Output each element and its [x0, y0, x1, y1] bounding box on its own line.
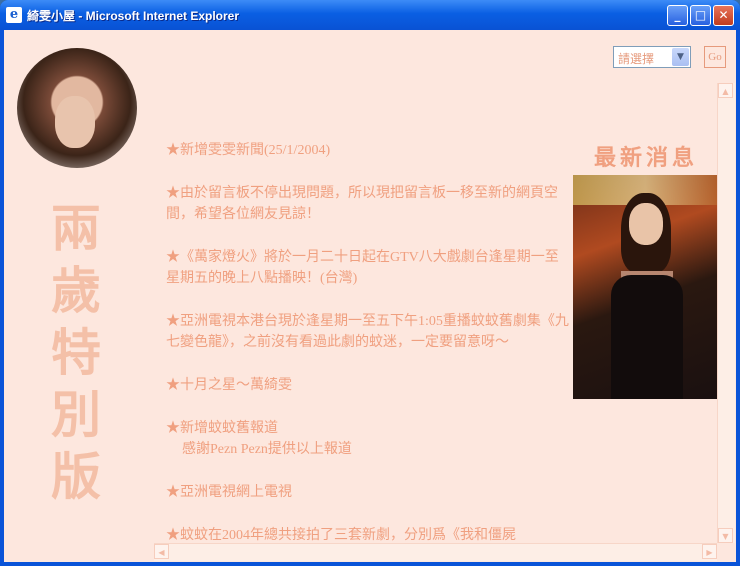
ie-icon: e	[6, 7, 22, 23]
news-text[interactable]: ★新增雯雯新聞(25/1/2004)	[166, 140, 572, 161]
news-text[interactable]: ★亞洲電視本港台現於逢星期一至五下午1:05重播蚊蚊舊劇集《九七變色龍》，之前沒…	[166, 311, 572, 353]
vertical-title-char: 版	[51, 447, 101, 506]
go-button[interactable]: Go	[704, 46, 726, 68]
page-content: 兩 歲 特 別 版 請選擇 ▼ Go 最新消息 ★新增雯雯新聞(25/1/200…	[4, 30, 736, 562]
horizontal-scrollbar[interactable]: ◀ ▶	[154, 543, 717, 561]
news-item[interactable]: ★新增雯雯新聞(25/1/2004)	[166, 140, 572, 161]
photo-dress	[611, 275, 683, 399]
featured-photo	[573, 175, 718, 399]
vertical-title-char: 兩	[51, 199, 101, 258]
avatar	[17, 48, 137, 168]
news-text[interactable]: ★新增蚊蚊舊報道	[166, 418, 572, 439]
scroll-down-icon[interactable]: ▼	[718, 528, 733, 543]
news-item[interactable]: ★《萬家燈火》將於一月二十日起在GTV八大戲劇台逢星期一至星期五的晚上八點播映！…	[166, 247, 572, 289]
scroll-right-icon[interactable]: ▶	[702, 544, 717, 559]
news-text[interactable]: ★《萬家燈火》將於一月二十日起在GTV八大戲劇台逢星期一至星期五的晚上八點播映！…	[166, 247, 572, 289]
minimize-button[interactable]: _	[667, 5, 688, 26]
vertical-scrollbar[interactable]: ▲ ▼	[717, 83, 735, 543]
scroll-left-icon[interactable]: ◀	[154, 544, 169, 559]
vertical-title: 兩 歲 特 別 版	[46, 198, 106, 508]
browser-window: e 綺雯小屋 - Microsoft Internet Explorer _ □…	[0, 0, 740, 566]
select-value: 請選擇	[618, 52, 655, 66]
news-item[interactable]: ★亞洲電視網上電視	[166, 482, 572, 503]
news-text[interactable]: ★亞洲電視網上電視	[166, 482, 572, 503]
chevron-down-icon[interactable]: ▼	[672, 48, 689, 66]
title-bar[interactable]: e 綺雯小屋 - Microsoft Internet Explorer _ □…	[0, 0, 740, 30]
window-title: 綺雯小屋 - Microsoft Internet Explorer	[27, 9, 240, 23]
vertical-title-char: 別	[51, 385, 101, 444]
close-button[interactable]: ✕	[713, 5, 734, 26]
page-select[interactable]: 請選擇 ▼	[613, 46, 691, 68]
vertical-title-char: 歲	[51, 261, 101, 320]
news-item[interactable]: ★由於留言板不停出現問題，所以現把留言板一移至新的網頁空間，希望各位網友見諒！	[166, 183, 572, 225]
news-list: ★新增雯雯新聞(25/1/2004) ★由於留言板不停出現問題，所以現把留言板一…	[166, 140, 572, 562]
latest-news-heading: 最新消息	[594, 145, 699, 171]
news-text[interactable]: ★十月之星～萬綺雯	[166, 375, 572, 396]
maximize-button[interactable]: □	[690, 5, 711, 26]
news-credit: 感謝Pezn Pezn提供以上報道	[182, 442, 352, 457]
vertical-title-char: 特	[51, 323, 101, 382]
photo-face	[629, 203, 663, 245]
news-item[interactable]: ★亞洲電視本港台現於逢星期一至五下午1:05重播蚊蚊舊劇集《九七變色龍》，之前沒…	[166, 311, 572, 353]
news-item[interactable]: ★十月之星～萬綺雯	[166, 375, 572, 396]
news-item[interactable]: ★新增蚊蚊舊報道 感謝Pezn Pezn提供以上報道	[166, 418, 572, 460]
scroll-up-icon[interactable]: ▲	[718, 83, 733, 98]
news-text[interactable]: ★由於留言板不停出現問題，所以現把留言板一移至新的網頁空間，希望各位網友見諒！	[166, 183, 572, 225]
